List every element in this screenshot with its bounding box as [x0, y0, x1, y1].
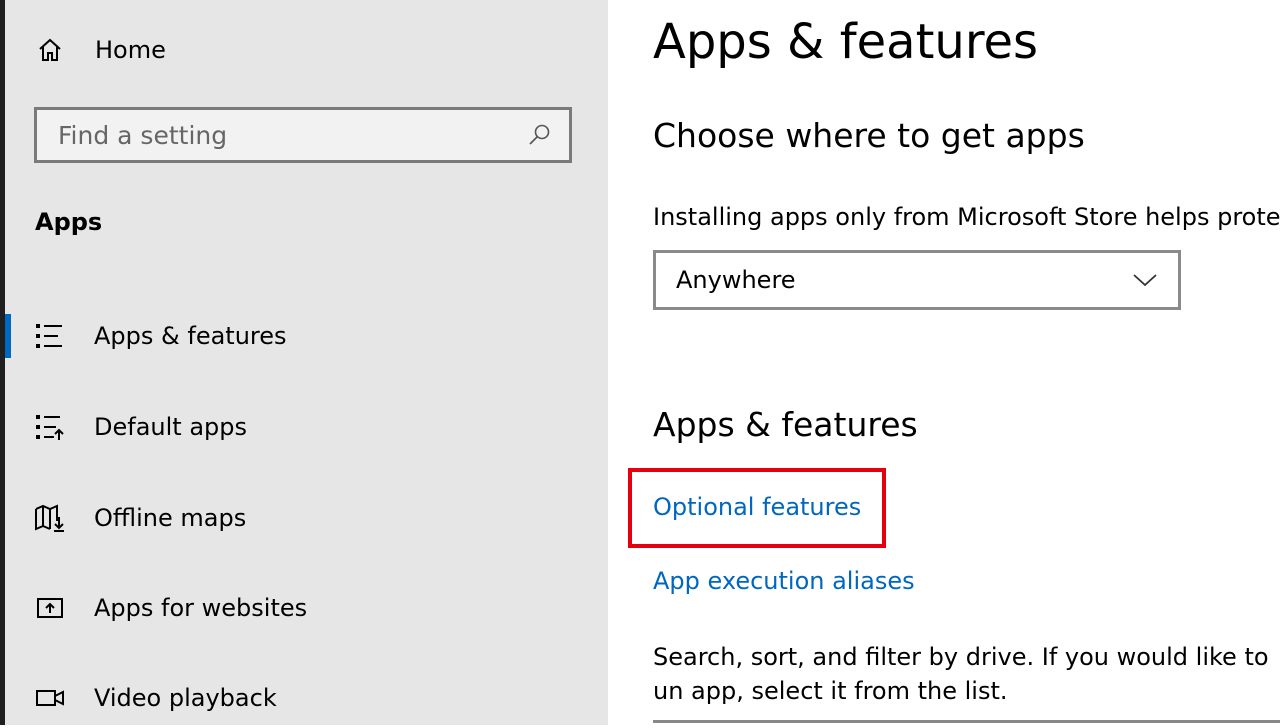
- settings-sidebar: Home Apps Apps & features Default apps O…: [5, 0, 608, 725]
- default-apps-icon: [30, 407, 70, 447]
- open-in-app-icon: [30, 588, 70, 628]
- find-setting-search[interactable]: [34, 107, 572, 163]
- sidebar-item-label: Video playback: [94, 684, 277, 712]
- search-icon[interactable]: [519, 115, 559, 155]
- video-icon: [30, 678, 70, 718]
- sidebar-item-label: Offline maps: [94, 504, 247, 532]
- sidebar-item-video-playback[interactable]: Video playback: [5, 668, 608, 728]
- selected-indicator: [5, 314, 11, 358]
- home-label: Home: [95, 36, 166, 64]
- home-icon: [35, 35, 65, 65]
- sidebar-item-label: Apps for websites: [94, 594, 308, 622]
- sidebar-item-label: Default apps: [94, 413, 247, 441]
- home-nav-item[interactable]: Home: [35, 30, 335, 70]
- page-title: Apps & features: [653, 14, 1039, 70]
- search-sort-description: Search, sort, and filter by drive. If yo…: [653, 643, 1269, 705]
- chevron-down-icon: [1130, 265, 1160, 295]
- optional-features-link[interactable]: Optional features: [653, 493, 861, 521]
- apps-features-page: Apps & features Choose where to get apps…: [608, 0, 1280, 725]
- apps-features-section-heading: Apps & features: [653, 405, 918, 444]
- choose-apps-heading: Choose where to get apps: [653, 116, 1085, 155]
- sidebar-item-label: Apps & features: [94, 322, 287, 350]
- sidebar-section-title: Apps: [35, 208, 103, 236]
- sidebar-item-default-apps[interactable]: Default apps: [5, 397, 608, 457]
- dropdown-value: Anywhere: [676, 266, 796, 294]
- search-input[interactable]: [37, 109, 519, 161]
- choose-apps-description: Installing apps only from Microsoft Stor…: [653, 203, 1280, 231]
- app-execution-aliases-link[interactable]: App execution aliases: [653, 567, 915, 595]
- search-box-edge: [653, 720, 1280, 723]
- sidebar-item-apps-features[interactable]: Apps & features: [5, 306, 608, 366]
- app-source-dropdown[interactable]: Anywhere: [653, 250, 1181, 310]
- map-download-icon: [30, 498, 70, 538]
- sidebar-item-apps-for-websites[interactable]: Apps for websites: [5, 578, 608, 638]
- sidebar-item-offline-maps[interactable]: Offline maps: [5, 488, 608, 548]
- list-icon: [30, 316, 70, 356]
